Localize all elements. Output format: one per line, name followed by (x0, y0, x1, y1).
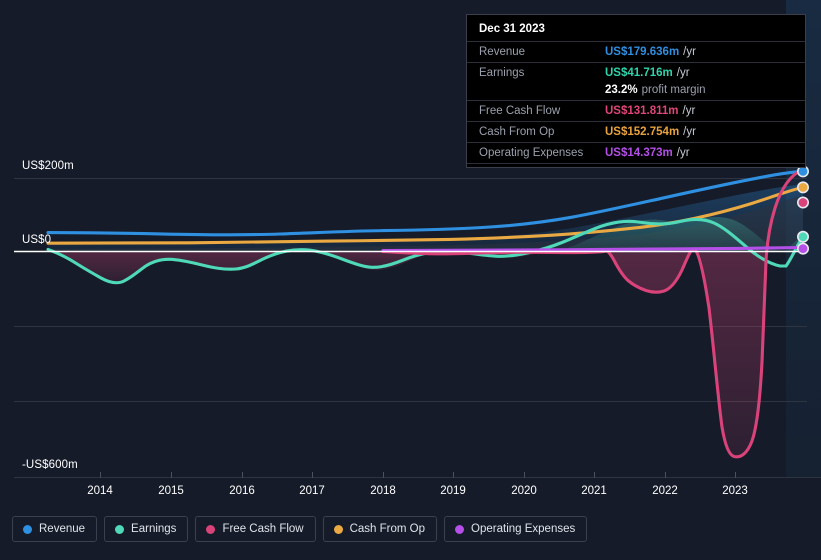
y-axis-label-bottom: -US$600m (22, 459, 78, 471)
chart-legend[interactable]: Revenue Earnings Free Cash Flow Cash From O… (12, 516, 588, 542)
x-axis-label-2020: 2020 (511, 485, 537, 497)
tooltip-row-label: Cash From Op (479, 126, 555, 138)
tooltip-row-label: Revenue (479, 46, 526, 58)
tooltip-row-value: US$41.716m (605, 67, 673, 79)
tooltip-row-value: US$131.811m (605, 105, 679, 117)
tooltip-row-label: Free Cash Flow (479, 105, 561, 117)
legend-color-dot-icon (115, 524, 125, 534)
x-axis-label-2017: 2017 (299, 485, 325, 497)
tooltip-row-value: US$179.636m (605, 46, 680, 58)
operating-expenses-endpoint-marker[interactable] (796, 242, 809, 255)
cash-from-op-endpoint-marker[interactable] (796, 181, 809, 194)
legend-item-free-cash-flow[interactable]: Free Cash Flow (195, 516, 316, 542)
tooltip-row-label: Operating Expenses (479, 147, 584, 159)
legend-item-cash-from-op[interactable]: Cash From Op (322, 516, 438, 542)
earnings-endpoint-marker[interactable] (796, 230, 809, 243)
tooltip-row-unit: /yr (683, 46, 696, 58)
x-axis-label-2022: 2022 (652, 485, 678, 497)
tooltip-row-earnings: Earnings US$41.716m/yr (467, 62, 805, 83)
x-axis-label-2023: 2023 (722, 485, 748, 497)
data-tooltip: Dec 31 2023 Revenue US$179.636m/yr Earning… (466, 14, 806, 168)
tooltip-row-value: US$152.754m (605, 126, 680, 138)
profit-margin-label: profit margin (641, 84, 706, 96)
tooltip-row-cash-from-op: Cash From Op US$152.754m/yr (467, 121, 805, 142)
tooltip-row-value: US$14.373m (605, 147, 673, 159)
legend-item-label: Cash From Op (349, 523, 426, 535)
tooltip-date: Dec 31 2023 (479, 23, 545, 35)
legend-item-label: Revenue (39, 523, 86, 535)
legend-item-revenue[interactable]: Revenue (12, 516, 98, 542)
y-axis-label-top: US$200m (22, 160, 74, 172)
legend-color-dot-icon (23, 524, 32, 534)
legend-item-earnings[interactable]: Earnings (104, 516, 189, 542)
legend-color-dot-icon (333, 524, 343, 534)
x-axis-label-2015: 2015 (158, 485, 184, 497)
x-axis-label-2014: 2014 (87, 485, 113, 497)
legend-item-label: Free Cash Flow (222, 523, 304, 535)
free-cash-flow-endpoint-marker[interactable] (796, 196, 809, 209)
legend-item-label: Earnings (131, 523, 177, 535)
x-axis-label-2021: 2021 (581, 485, 607, 497)
tooltip-row-operating-expenses: Operating Expenses US$14.373m/yr (467, 142, 805, 163)
tooltip-row-free-cash-flow: Free Cash Flow US$131.811m/yr (467, 100, 805, 121)
y-axis-label-zero: US$0 (22, 234, 52, 246)
tooltip-rows: Revenue US$179.636m/yr Earnings US$41.716m /… (467, 41, 805, 164)
profit-margin-value: 23.2% (605, 84, 638, 96)
tooltip-profit-margin-row: 23.2% profit margin (467, 83, 805, 100)
legend-item-label: Operating Expenses (471, 523, 576, 535)
tooltip-bottom-divider (467, 163, 805, 164)
tooltip-row-label: Earnings (479, 67, 525, 79)
x-axis-label-2016: 2016 (229, 485, 255, 497)
financial-performance-chart: US$200m US$0 -US$600m 2014 2015 2016 2017 20… (0, 0, 821, 560)
x-axis-label-2019: 2019 (440, 485, 466, 497)
tooltip-row-unit: /yr (676, 67, 690, 79)
tooltip-row-revenue: Revenue US$179.636m/yr (467, 41, 805, 62)
tooltip-row-unit: /yr (676, 147, 690, 159)
x-axis-label-2018: 2018 (370, 485, 396, 497)
x-axis: 2014 2015 2016 2017 2018 2019 2020 2021 2022 2023 (0, 481, 821, 507)
tooltip-row-unit: /yr (682, 105, 696, 117)
tooltip-row-unit: /yr (683, 126, 696, 138)
legend-color-dot-icon (455, 524, 465, 534)
legend-item-operating-expenses[interactable]: Operating Expenses (444, 516, 588, 542)
legend-color-dot-icon (206, 524, 216, 534)
